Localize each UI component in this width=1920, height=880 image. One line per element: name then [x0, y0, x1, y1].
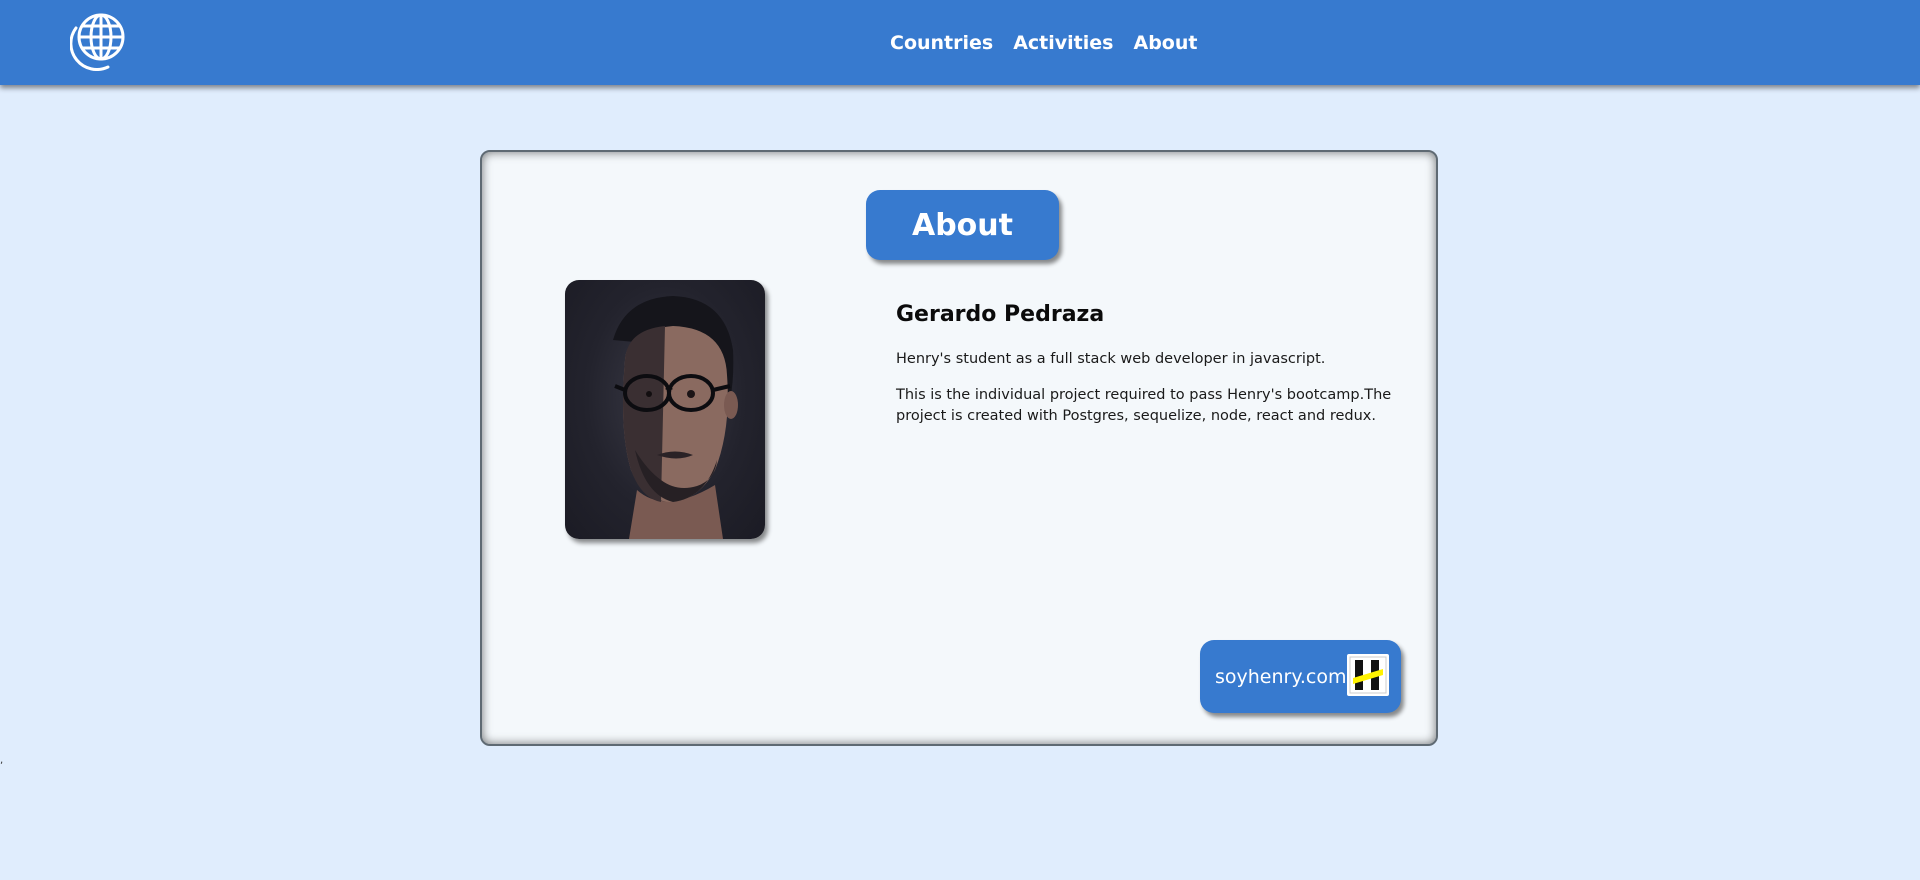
nav-link-activities[interactable]: Activities [1013, 32, 1113, 54]
nav-link-countries[interactable]: Countries [890, 32, 993, 54]
henry-logo-icon [1347, 654, 1389, 696]
stray-comma-text: , [0, 755, 4, 766]
bio: Gerardo Pedraza Henry's student as a ful… [896, 302, 1406, 442]
profile-photo [565, 280, 765, 539]
nav-links: Countries Activities About [890, 0, 1197, 85]
soyhenry-link-button[interactable]: soyhenry.com [1200, 640, 1401, 713]
about-title: About [866, 190, 1059, 260]
navbar: Countries Activities About [0, 0, 1920, 85]
developer-name: Gerardo Pedraza [896, 302, 1105, 327]
bio-line-project: This is the individual project required … [896, 387, 1392, 424]
globe-icon[interactable] [69, 11, 128, 71]
about-card: About Gerardo Pedraza Henry's student as… [480, 150, 1438, 746]
nav-link-about[interactable]: About [1133, 32, 1197, 54]
soyhenry-link-label: soyhenry.com [1215, 665, 1347, 688]
bio-line-student: Henry's student as a full stack web deve… [896, 351, 1326, 367]
